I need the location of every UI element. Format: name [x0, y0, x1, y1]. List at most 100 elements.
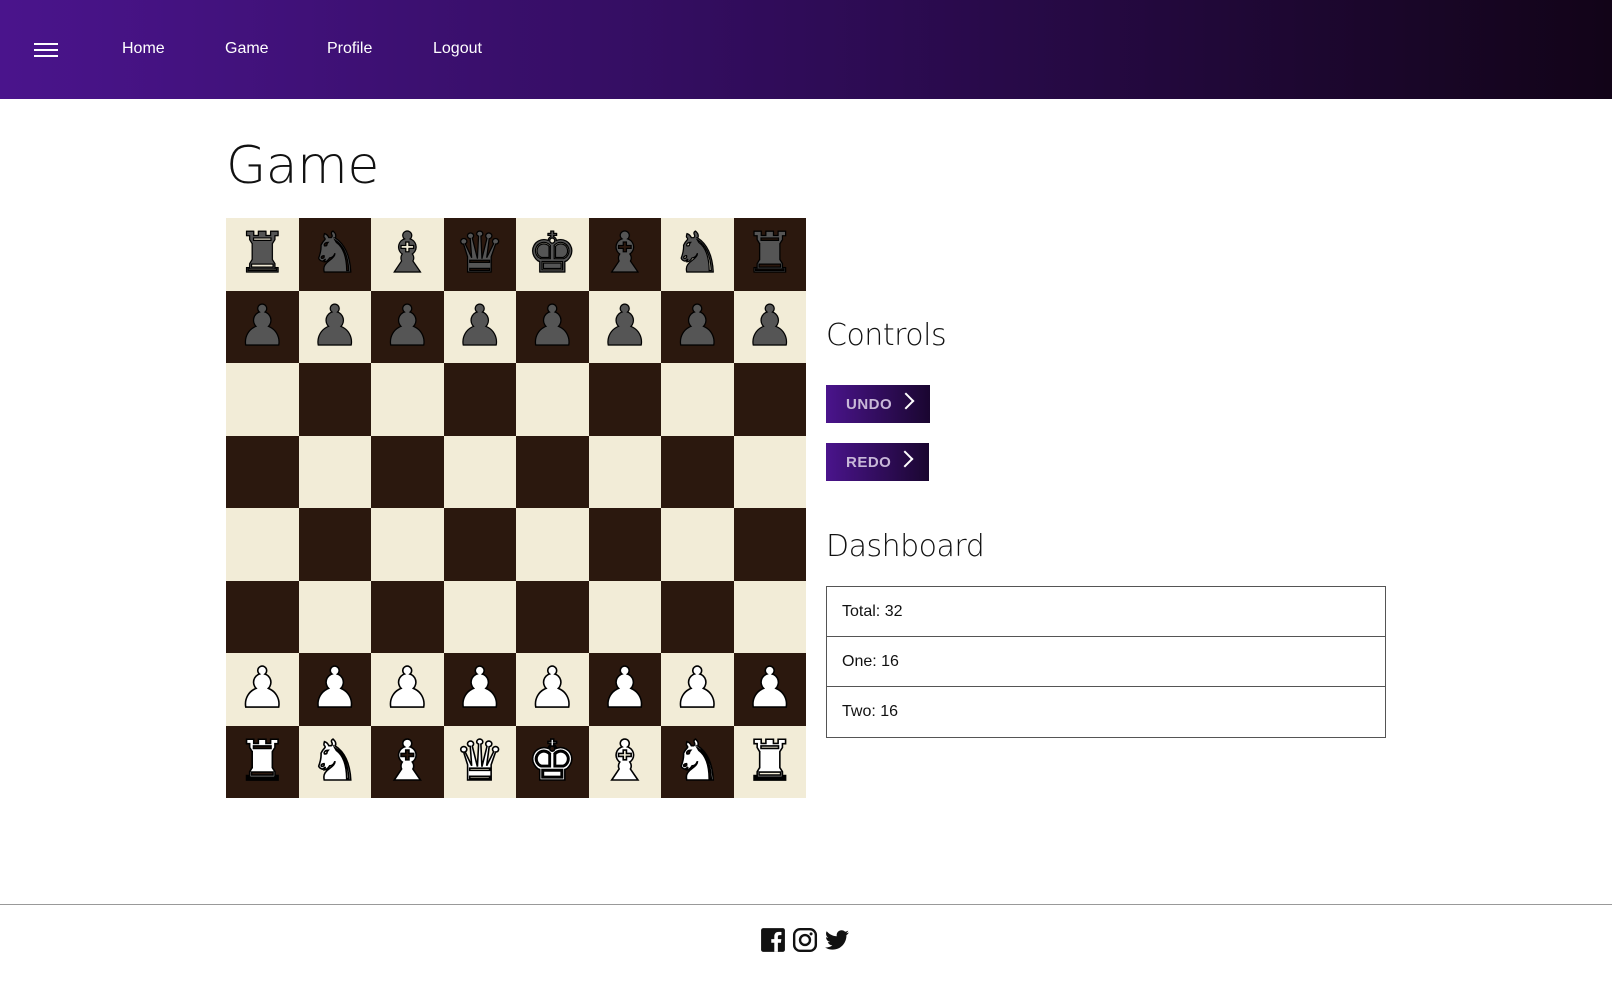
square-e7[interactable]: ♟ — [516, 290, 589, 363]
black-rook-icon[interactable]: ♜ — [744, 225, 795, 282]
square-h4[interactable] — [733, 508, 806, 581]
square-g7[interactable]: ♟ — [661, 290, 734, 363]
square-g8[interactable]: ♞ — [661, 218, 734, 291]
black-bishop-icon[interactable]: ♝ — [599, 225, 650, 282]
black-pawn-icon[interactable]: ♟ — [599, 298, 650, 355]
white-pawn-icon[interactable]: ♟ — [309, 660, 361, 718]
square-b1[interactable]: ♞ — [298, 725, 371, 798]
square-a8[interactable]: ♜ — [226, 218, 299, 291]
square-c2[interactable]: ♟ — [371, 653, 444, 726]
redo-button[interactable]: REDO — [826, 443, 929, 481]
square-h3[interactable] — [733, 580, 806, 653]
square-e2[interactable]: ♟ — [516, 653, 589, 726]
square-d6[interactable] — [443, 363, 516, 436]
square-b7[interactable]: ♟ — [298, 290, 371, 363]
square-a1[interactable]: ♜ — [226, 725, 299, 798]
square-a4[interactable] — [226, 508, 299, 581]
square-e5[interactable] — [516, 435, 589, 508]
square-d4[interactable] — [443, 508, 516, 581]
black-pawn-icon[interactable]: ♟ — [454, 298, 505, 355]
square-b5[interactable] — [298, 435, 371, 508]
square-c5[interactable] — [371, 435, 444, 508]
square-d3[interactable] — [443, 580, 516, 653]
square-f3[interactable] — [588, 580, 661, 653]
square-f7[interactable]: ♟ — [588, 290, 661, 363]
square-h6[interactable] — [733, 363, 806, 436]
white-bishop-icon[interactable]: ♝ — [381, 732, 433, 790]
black-pawn-icon[interactable]: ♟ — [237, 298, 288, 355]
square-h7[interactable]: ♟ — [733, 290, 806, 363]
white-bishop-icon[interactable]: ♝ — [599, 732, 651, 790]
square-g2[interactable]: ♟ — [661, 653, 734, 726]
square-a3[interactable] — [226, 580, 299, 653]
square-e6[interactable] — [516, 363, 589, 436]
square-a7[interactable]: ♟ — [226, 290, 299, 363]
undo-button[interactable]: UNDO — [826, 385, 930, 423]
square-e4[interactable] — [516, 508, 589, 581]
square-c8[interactable]: ♝ — [371, 218, 444, 291]
square-a5[interactable] — [226, 435, 299, 508]
square-e1[interactable]: ♚ — [516, 725, 589, 798]
square-g1[interactable]: ♞ — [661, 725, 734, 798]
square-d5[interactable] — [443, 435, 516, 508]
square-f2[interactable]: ♟ — [588, 653, 661, 726]
square-e3[interactable] — [516, 580, 589, 653]
square-c7[interactable]: ♟ — [371, 290, 444, 363]
square-g5[interactable] — [661, 435, 734, 508]
square-d1[interactable]: ♛ — [443, 725, 516, 798]
black-knight-icon[interactable]: ♞ — [309, 225, 360, 282]
white-pawn-icon[interactable]: ♟ — [454, 660, 506, 718]
square-d8[interactable]: ♛ — [443, 218, 516, 291]
black-pawn-icon[interactable]: ♟ — [744, 298, 795, 355]
black-pawn-icon[interactable]: ♟ — [527, 298, 578, 355]
black-pawn-icon[interactable]: ♟ — [309, 298, 360, 355]
square-b3[interactable] — [298, 580, 371, 653]
black-king-icon[interactable]: ♚ — [527, 225, 578, 282]
white-king-icon[interactable]: ♚ — [526, 732, 578, 790]
square-h8[interactable]: ♜ — [733, 218, 806, 291]
square-d2[interactable]: ♟ — [443, 653, 516, 726]
white-pawn-icon[interactable]: ♟ — [671, 660, 723, 718]
instagram-icon[interactable] — [792, 927, 818, 953]
square-f5[interactable] — [588, 435, 661, 508]
square-b4[interactable] — [298, 508, 371, 581]
square-g3[interactable] — [661, 580, 734, 653]
square-c3[interactable] — [371, 580, 444, 653]
white-queen-icon[interactable]: ♛ — [454, 732, 506, 790]
square-b6[interactable] — [298, 363, 371, 436]
white-pawn-icon[interactable]: ♟ — [236, 660, 288, 718]
black-knight-icon[interactable]: ♞ — [672, 225, 723, 282]
white-rook-icon[interactable]: ♜ — [744, 732, 796, 790]
white-pawn-icon[interactable]: ♟ — [381, 660, 433, 718]
square-h1[interactable]: ♜ — [733, 725, 806, 798]
square-c4[interactable] — [371, 508, 444, 581]
black-rook-icon[interactable]: ♜ — [237, 225, 288, 282]
square-g6[interactable] — [661, 363, 734, 436]
square-h2[interactable]: ♟ — [733, 653, 806, 726]
square-f4[interactable] — [588, 508, 661, 581]
square-b2[interactable]: ♟ — [298, 653, 371, 726]
square-h5[interactable] — [733, 435, 806, 508]
square-f8[interactable]: ♝ — [588, 218, 661, 291]
nav-link-logout[interactable]: Logout — [433, 38, 482, 60]
twitter-icon[interactable] — [822, 927, 852, 953]
square-e8[interactable]: ♚ — [516, 218, 589, 291]
square-b8[interactable]: ♞ — [298, 218, 371, 291]
white-rook-icon[interactable]: ♜ — [236, 732, 288, 790]
facebook-icon[interactable] — [760, 927, 786, 953]
square-c6[interactable] — [371, 363, 444, 436]
white-pawn-icon[interactable]: ♟ — [526, 660, 578, 718]
black-bishop-icon[interactable]: ♝ — [382, 225, 433, 282]
square-g4[interactable] — [661, 508, 734, 581]
square-a2[interactable]: ♟ — [226, 653, 299, 726]
black-pawn-icon[interactable]: ♟ — [382, 298, 433, 355]
nav-link-home[interactable]: Home — [122, 38, 165, 60]
square-f6[interactable] — [588, 363, 661, 436]
nav-link-profile[interactable]: Profile — [327, 38, 372, 60]
white-knight-icon[interactable]: ♞ — [671, 732, 723, 790]
black-pawn-icon[interactable]: ♟ — [672, 298, 723, 355]
square-a6[interactable] — [226, 363, 299, 436]
square-f1[interactable]: ♝ — [588, 725, 661, 798]
white-pawn-icon[interactable]: ♟ — [744, 660, 796, 718]
nav-link-game[interactable]: Game — [225, 38, 269, 60]
